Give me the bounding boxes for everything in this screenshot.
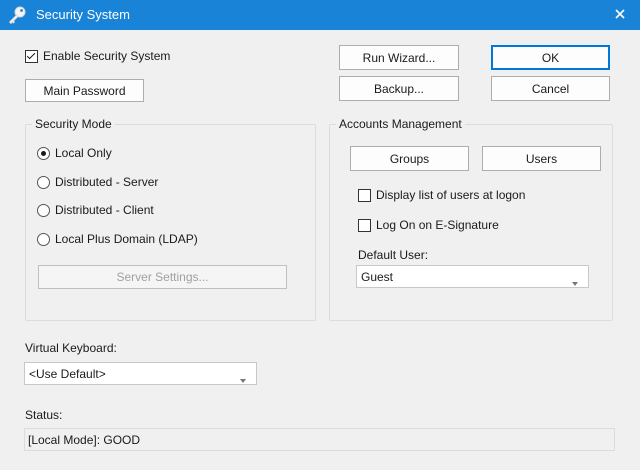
display-list-check-box[interactable] xyxy=(358,188,371,202)
esignature-check-box[interactable] xyxy=(358,218,371,232)
virtual-keyboard-select[interactable]: <Use Default> xyxy=(24,362,257,385)
virtual-keyboard-value: <Use Default> xyxy=(29,366,106,381)
close-button[interactable] xyxy=(600,0,640,30)
backup-button[interactable]: Backup... xyxy=(339,76,459,101)
server-settings-button[interactable]: Server Settings... xyxy=(38,265,287,289)
enable-security-label: Enable Security System xyxy=(43,49,171,63)
enable-security-check-box[interactable] xyxy=(25,49,38,63)
radio-button[interactable] xyxy=(37,232,50,246)
groups-button[interactable]: Groups xyxy=(350,146,469,171)
close-icon xyxy=(615,8,625,22)
esignature-label: Log On on E-Signature xyxy=(376,218,499,232)
chevron-down-icon xyxy=(240,372,246,386)
radio-button[interactable] xyxy=(37,146,50,160)
radio-local-plus-domain[interactable]: Local Plus Domain (LDAP) xyxy=(37,232,198,246)
radio-label: Local Plus Domain (LDAP) xyxy=(55,232,198,246)
radio-label: Local Only xyxy=(55,146,112,160)
ok-button[interactable]: OK xyxy=(491,45,610,70)
radio-button[interactable] xyxy=(37,175,50,189)
window-title: Security System xyxy=(36,7,130,22)
radio-label: Distributed - Server xyxy=(55,175,159,189)
display-list-label: Display list of users at logon xyxy=(376,188,526,202)
run-wizard-button[interactable]: Run Wizard... xyxy=(339,45,459,70)
default-user-select[interactable]: Guest xyxy=(356,265,589,288)
status-value: [Local Mode]: GOOD xyxy=(28,432,141,447)
radio-local-only[interactable]: Local Only xyxy=(37,146,112,160)
title-bar: Security System xyxy=(0,0,640,30)
radio-distributed-client[interactable]: Distributed - Client xyxy=(37,203,154,217)
enable-security-checkbox[interactable]: Enable Security System xyxy=(25,49,170,63)
virtual-keyboard-label: Virtual Keyboard: xyxy=(25,341,117,355)
security-mode-title: Security Mode xyxy=(32,117,115,131)
default-user-value: Guest xyxy=(361,269,394,284)
default-user-label: Default User: xyxy=(358,248,429,262)
key-icon xyxy=(7,5,27,25)
logon-esignature-checkbox[interactable]: Log On on E-Signature xyxy=(358,218,499,232)
cancel-button[interactable]: Cancel xyxy=(491,76,610,101)
chevron-down-icon xyxy=(572,275,578,289)
main-password-button[interactable]: Main Password xyxy=(25,79,144,102)
radio-label: Distributed - Client xyxy=(55,203,154,217)
users-button[interactable]: Users xyxy=(482,146,601,171)
status-field: [Local Mode]: GOOD xyxy=(24,428,615,451)
radio-distributed-server[interactable]: Distributed - Server xyxy=(37,175,158,189)
status-label: Status: xyxy=(25,408,63,422)
display-list-users-checkbox[interactable]: Display list of users at logon xyxy=(358,188,525,202)
accounts-management-title: Accounts Management xyxy=(336,117,465,131)
radio-button[interactable] xyxy=(37,203,50,217)
